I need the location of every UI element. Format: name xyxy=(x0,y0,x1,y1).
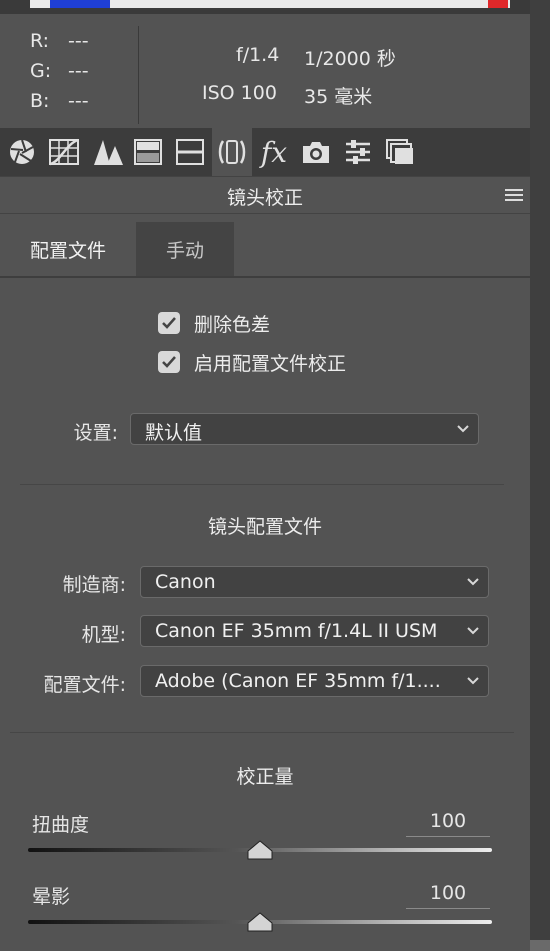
divider xyxy=(10,732,514,733)
distortion-slider-thumb[interactable] xyxy=(247,840,273,860)
snapshots-tab[interactable] xyxy=(380,128,420,176)
b-readout: B: --- xyxy=(30,90,89,112)
b-label: B: xyxy=(30,90,50,112)
vignetting-label: 晕影 xyxy=(32,886,71,908)
lens-corrections-tab[interactable] xyxy=(212,128,252,176)
basic-panel-tab[interactable] xyxy=(2,128,42,176)
profile-dropdown[interactable]: Adobe (Canon EF 35mm f/1.... xyxy=(140,665,489,697)
lens-tabs: 配置文件 手动 xyxy=(0,222,530,278)
checkmark-icon xyxy=(162,356,176,368)
enable-profile-corrections-checkbox[interactable] xyxy=(158,351,180,373)
tab-manual[interactable]: 手动 xyxy=(136,222,234,276)
effects-tab[interactable]: fx xyxy=(254,128,294,176)
g-label: G: xyxy=(30,60,52,82)
chevron-down-icon xyxy=(467,627,479,635)
split-toning-icon xyxy=(176,139,204,165)
snapshots-icon xyxy=(386,139,413,164)
panel-toolbar: fx xyxy=(0,128,530,176)
info-divider xyxy=(138,26,139,124)
camera-calibration-tab[interactable] xyxy=(296,128,336,176)
panel-header: 镜头校正 xyxy=(0,176,530,214)
lens-corrections-icon xyxy=(218,140,246,164)
amount-title: 校正量 xyxy=(236,766,294,788)
remove-chromatic-aberration-option[interactable]: 删除色差 xyxy=(158,310,270,336)
effects-icon: fx xyxy=(260,135,288,169)
histogram-red-clipping xyxy=(488,0,508,8)
r-label: R: xyxy=(30,30,50,52)
r-value: --- xyxy=(68,30,89,52)
iso-value: ISO 100 xyxy=(202,82,277,104)
basic-icon xyxy=(10,139,34,164)
vignetting-slider-thumb[interactable] xyxy=(247,912,273,932)
hsl-tab[interactable] xyxy=(128,128,168,176)
profile-value: Adobe (Canon EF 35mm f/1.... xyxy=(155,670,441,692)
make-label: 制造商: xyxy=(62,574,126,596)
shutter-value: 1/2000 秒 xyxy=(304,48,396,70)
detail-icon xyxy=(94,140,123,165)
profile-label: 配置文件: xyxy=(43,674,126,696)
scrollbar-thumb[interactable] xyxy=(530,940,550,951)
model-value: Canon EF 35mm f/1.4L II USM xyxy=(155,620,438,642)
remove-chromatic-aberration-label: 删除色差 xyxy=(194,313,271,336)
model-label: 机型: xyxy=(81,624,126,646)
checkmark-icon xyxy=(162,317,176,329)
chevron-down-icon xyxy=(467,677,479,685)
info-panel: R: --- G: --- B: --- f/1.4 1/2000 秒 ISO 100… xyxy=(0,14,530,128)
panel-menu-icon[interactable] xyxy=(504,187,524,203)
aperture-value: f/1.4 xyxy=(236,44,280,66)
tone-curve-icon xyxy=(49,138,79,166)
enable-profile-corrections-option[interactable]: 启用配置文件校正 xyxy=(158,349,346,375)
b-value: --- xyxy=(68,90,89,112)
model-dropdown[interactable]: Canon EF 35mm f/1.4L II USM xyxy=(140,615,489,647)
scrollbar-track[interactable] xyxy=(530,0,550,951)
split-toning-tab[interactable] xyxy=(170,128,210,176)
distortion-value-field[interactable]: 100 xyxy=(406,806,490,837)
chevron-down-icon xyxy=(457,425,469,433)
histogram xyxy=(0,0,530,14)
distortion-label: 扭曲度 xyxy=(32,814,90,836)
g-value: --- xyxy=(68,60,89,82)
r-readout: R: --- xyxy=(30,30,89,52)
lens-profile-title: 镜头配置文件 xyxy=(207,516,322,538)
tone-curve-tab[interactable] xyxy=(44,128,84,176)
remove-chromatic-aberration-checkbox[interactable] xyxy=(158,312,180,334)
tab-profile[interactable]: 配置文件 xyxy=(0,222,136,276)
presets-tab[interactable] xyxy=(338,128,378,176)
divider xyxy=(20,484,504,485)
detail-tab[interactable] xyxy=(88,128,128,176)
g-readout: G: --- xyxy=(30,60,89,82)
setup-label: 设置: xyxy=(73,422,118,444)
enable-profile-corrections-label: 启用配置文件校正 xyxy=(194,352,347,375)
setup-dropdown[interactable]: 默认值 xyxy=(130,413,479,445)
presets-icon xyxy=(346,140,370,164)
hsl-icon xyxy=(134,139,162,165)
camera-calibration-icon xyxy=(303,142,329,163)
panel-title: 镜头校正 xyxy=(226,187,303,209)
focal-length-value: 35 毫米 xyxy=(304,86,373,108)
make-value: Canon xyxy=(155,571,216,593)
chevron-down-icon xyxy=(467,578,479,586)
histogram-blue-channel xyxy=(50,0,110,8)
setup-value: 默认值 xyxy=(145,422,203,444)
make-dropdown[interactable]: Canon xyxy=(140,566,489,598)
vignetting-value-field[interactable]: 100 xyxy=(406,878,490,909)
